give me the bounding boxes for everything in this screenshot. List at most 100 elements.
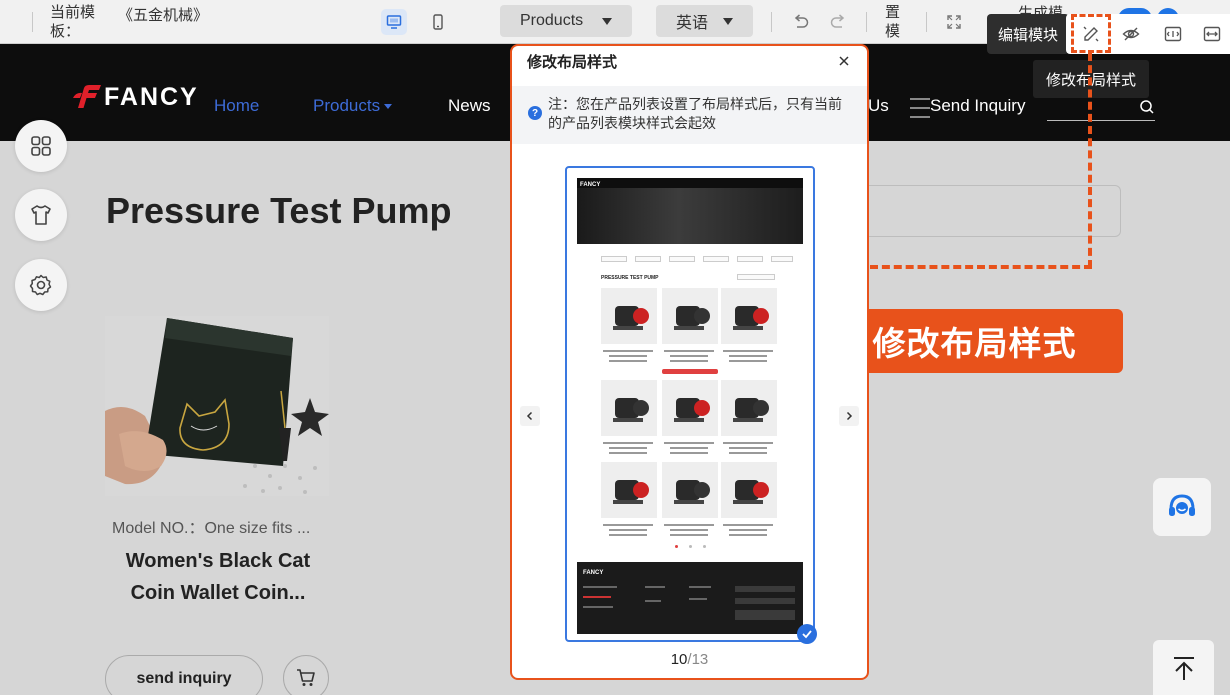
prev-layout-button[interactable] [520,406,540,426]
nav-news[interactable]: News [448,96,491,116]
preview-nav-bar [577,178,803,188]
preview-product-caption [609,452,647,454]
preview-product-caption [609,447,647,449]
close-button[interactable] [835,52,853,70]
preview-product-caption [670,529,708,531]
send-inquiry-button[interactable]: send inquiry [105,655,263,695]
nav-home[interactable]: Home [214,96,259,116]
hide-module-button[interactable] [1120,23,1142,45]
logo-text: FANCY [104,82,199,111]
gear-icon [29,274,52,296]
check-icon [802,630,812,639]
preview-filter [771,256,793,262]
hide-icon [1122,27,1140,41]
preview-product-caption [729,534,767,536]
layout-pager: 10/13 [512,651,867,668]
back-to-top-button[interactable] [1153,640,1214,695]
preview-product-card [721,462,777,518]
product-image[interactable] [105,316,329,496]
arrow-up-icon [1173,657,1194,680]
pager-total: /13 [687,651,709,668]
preview-product-caption [609,529,647,531]
template-name[interactable]: 《五金机械》 [118,4,208,25]
header-search-input[interactable] [1047,120,1155,121]
preview-footer-line [583,586,617,588]
preview-product-card [721,380,777,436]
desktop-view-button[interactable] [381,9,407,35]
redo-button[interactable] [826,10,850,34]
desktop-icon [386,15,402,29]
preview-product-caption [723,350,773,352]
preview-page-dot [675,545,678,548]
toolbar-divider [926,12,927,32]
mobile-icon [433,14,443,30]
preview-product-caption [670,447,708,449]
preview-footer-line [689,598,707,600]
preview-product-card [662,288,718,344]
preview-logo: FANCY [580,182,601,188]
preview-footer-input [735,610,795,620]
nav-products-label: Products [313,96,381,115]
menu-icon[interactable] [910,98,930,120]
nav-send-inquiry[interactable]: Send Inquiry [930,96,1025,116]
chevron-right-icon [846,411,853,421]
mobile-view-button[interactable] [425,9,451,35]
modal-title: 修改布局样式 [527,54,618,71]
customer-support-button[interactable] [1153,478,1211,536]
toolbar-divider [771,12,772,32]
search-icon[interactable] [1139,99,1155,120]
fullscreen-icon [947,15,961,29]
preview-product-card [721,288,777,344]
close-icon [839,56,849,66]
chevron-left-icon [526,411,533,421]
preview-product-caption [670,355,708,357]
preview-footer-line [583,606,613,608]
product-model-number: Model NO.：One size fits ... [112,520,311,537]
preview-product-caption [729,529,767,531]
module-width-button[interactable] [1162,23,1184,45]
headset-icon [1169,494,1195,516]
preview-footer-input [735,598,795,604]
toolbar-divider [32,12,33,32]
theme-button[interactable] [15,189,67,241]
preview-product-caption [670,534,708,536]
preview-product-caption [723,442,773,444]
site-logo[interactable]: FANCY [72,82,199,111]
guide-line-vertical [1088,53,1092,268]
preview-product-card [601,462,657,518]
expand-icon [1203,26,1221,42]
preview-page-dot [689,545,692,548]
add-to-cart-button[interactable] [283,655,329,695]
undo-button[interactable] [789,10,813,34]
preview-product-caption [729,447,767,449]
product-name[interactable]: Women's Black Cat Coin Wallet Coin... [106,545,330,609]
product-search-box[interactable] [868,185,1121,237]
preview-filter [601,256,627,262]
language-select-value: 英语 [676,15,709,32]
preview-product-caption [670,360,708,362]
layout-preview-thumbnail[interactable]: FANCY PRESSURE TEST PUMP FANCY [565,166,815,642]
preview-product-caption [603,442,653,444]
template-settings-button[interactable]: 置模 [885,3,903,41]
notice-banner: ? 注：您在产品列表设置了布局样式后，只有当前的产品列表模块样式会起效 [512,86,867,144]
layout-style-highlight [1071,14,1111,53]
preview-footer-logo: FANCY [583,570,604,576]
pager-current: 10 [670,651,688,668]
preview-product-caption [664,524,714,526]
module-expand-button[interactable] [1201,23,1223,45]
preview-footer-input [735,586,795,592]
template-label: 当前模板： [50,4,96,40]
next-layout-button[interactable] [839,406,859,426]
preview-product-card [662,380,718,436]
fullscreen-button[interactable] [942,10,966,34]
page-title: Pressure Test Pump [106,190,452,231]
language-select[interactable]: 英语 [656,5,753,37]
modules-button[interactable] [15,120,67,172]
page-select[interactable]: Products [500,5,632,37]
preview-product-card [662,462,718,518]
settings-button[interactable] [15,259,67,311]
preview-inquiry-button [662,369,718,374]
preview-page-dot [703,545,706,548]
nav-products[interactable]: Products [313,96,393,116]
nav-about-us[interactable]: Us [868,96,889,116]
